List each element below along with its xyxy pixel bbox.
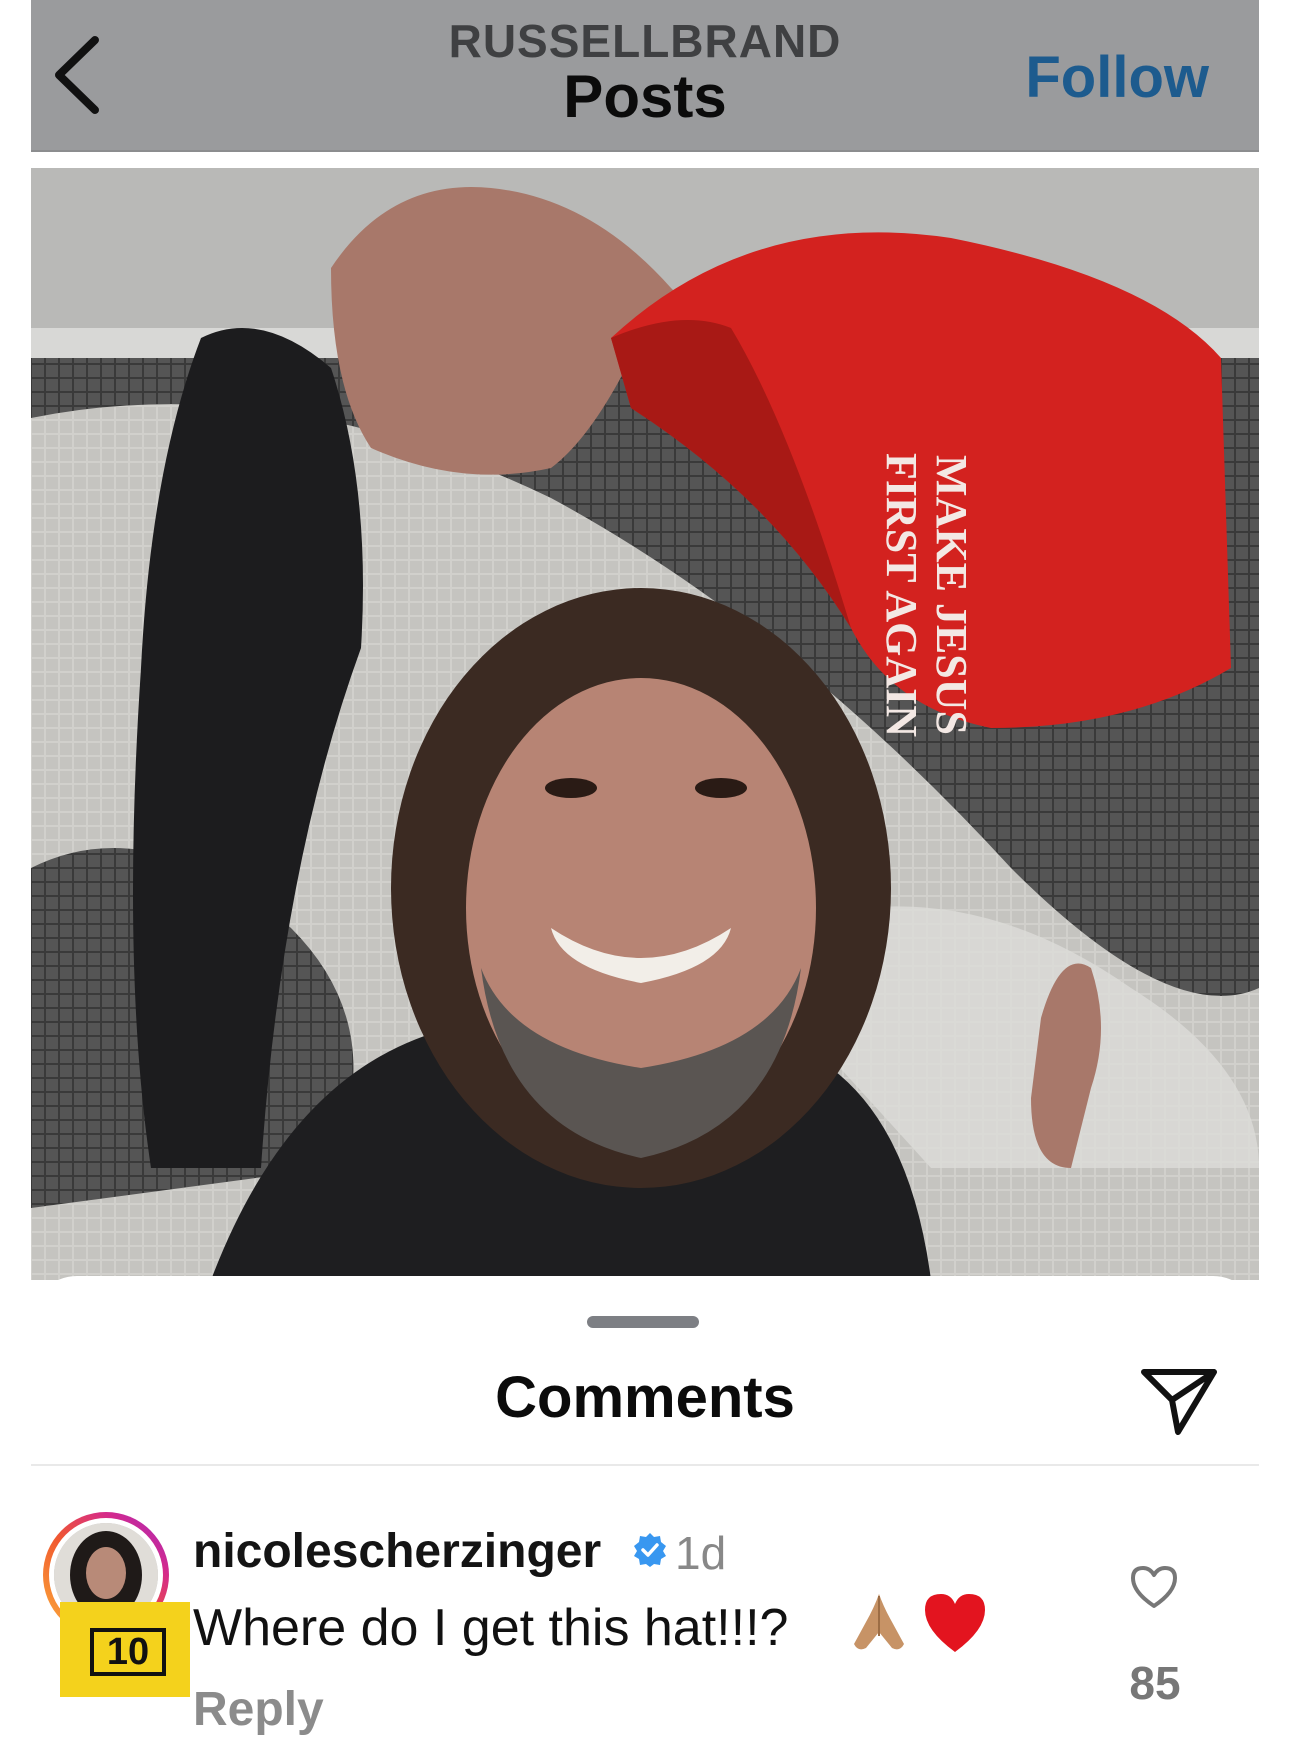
comments-title: Comments — [495, 1365, 795, 1430]
comment-username[interactable]: nicolescherzinger — [193, 1524, 601, 1579]
paper-plane-icon[interactable] — [1138, 1358, 1220, 1440]
comment-item: 10 nicolescherzinger 1d Where do I get t… — [31, 1466, 1259, 1752]
comment-timestamp: 1d — [675, 1527, 727, 1579]
like-count: 85 — [1129, 1657, 1181, 1709]
overlay-number-badge: 10 — [60, 1602, 190, 1697]
sheet-drag-handle[interactable] — [587, 1316, 699, 1328]
post-image[interactable]: MAKE JESUS FIRST AGAIN — [31, 168, 1259, 1280]
follow-button[interactable]: Follow — [1025, 44, 1209, 111]
verified-badge-icon — [634, 1533, 666, 1567]
red-heart-icon — [925, 1594, 985, 1652]
post-photo-illustration — [31, 168, 1259, 1280]
heart-icon[interactable] — [1129, 1564, 1179, 1610]
comments-sheet: Comments 10 nicolescherzinger 1d Where d… — [31, 1276, 1259, 1752]
top-nav-bar: RUSSELLBRAND Posts Follow — [31, 0, 1259, 152]
hat-slogan-line-2: FIRST AGAIN — [877, 453, 926, 738]
badge-number: 10 — [90, 1628, 166, 1676]
folded-hands-icon — [854, 1594, 904, 1650]
comment-text: Where do I get this hat!!!? — [193, 1599, 789, 1657]
app-frame: RUSSELLBRAND Posts Follow MAKE JESUS FIR… — [31, 0, 1259, 1752]
hat-slogan: MAKE JESUS FIRST AGAIN — [876, 453, 976, 737]
hat-slogan-line-1: MAKE JESUS — [927, 455, 976, 735]
reply-button[interactable]: Reply — [193, 1682, 324, 1737]
